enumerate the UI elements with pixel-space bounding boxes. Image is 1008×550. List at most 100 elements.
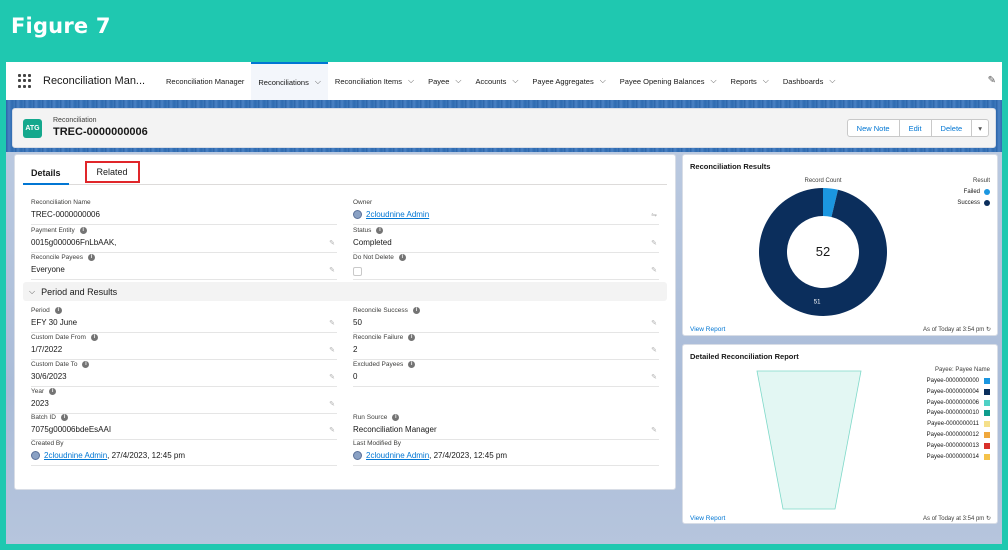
reconciliation-results-card: Reconciliation Results Record Count 52 5… bbox=[682, 154, 998, 336]
tab-related[interactable]: Related bbox=[84, 161, 140, 183]
edit-pencil-icon[interactable]: ✎ bbox=[329, 426, 335, 434]
field-value: Completed bbox=[353, 238, 392, 247]
tab-details[interactable]: Details bbox=[23, 163, 69, 185]
info-icon[interactable]: i bbox=[79, 227, 87, 234]
info-icon[interactable]: i bbox=[408, 361, 416, 368]
info-icon[interactable]: i bbox=[49, 388, 57, 395]
edit-pencil-icon[interactable]: ✎ bbox=[651, 373, 657, 381]
info-icon[interactable]: i bbox=[376, 227, 384, 234]
nav-tab-label: Reconciliation Manager bbox=[166, 76, 245, 86]
field-value: 0 bbox=[353, 372, 358, 381]
nav-tab-reports[interactable]: Reports ⌵ bbox=[724, 62, 776, 100]
edit-pencil-icon[interactable]: ✎ bbox=[329, 266, 335, 274]
nav-tab-reconciliation-manager[interactable]: Reconciliation Manager bbox=[159, 62, 251, 100]
nav-tab-label: Payee Aggregates bbox=[532, 76, 594, 86]
edit-pencil-icon[interactable]: ✎ bbox=[651, 266, 657, 274]
field-value: 1/7/2022 bbox=[31, 345, 63, 354]
chevron-down-icon[interactable]: ⌵ bbox=[710, 76, 716, 86]
nav-tab-reconciliation-items[interactable]: Reconciliation Items ⌵ bbox=[328, 62, 421, 100]
created-date: , 27/4/2023, 12:45 pm bbox=[107, 451, 185, 460]
chevron-down-icon[interactable]: ⌵ bbox=[455, 76, 461, 86]
info-icon[interactable]: i bbox=[392, 414, 400, 421]
reconciliation-object-icon: ATG bbox=[23, 119, 42, 138]
avatar bbox=[353, 451, 362, 460]
field-label: Owner bbox=[353, 199, 373, 206]
info-icon[interactable]: i bbox=[54, 307, 62, 314]
edit-pencil-icon[interactable]: ✎ bbox=[329, 319, 335, 327]
legend-item-payee[interactable]: Payee-0000000013 bbox=[927, 442, 990, 449]
legend-swatch bbox=[984, 189, 990, 195]
chevron-down-icon[interactable]: ⌵ bbox=[763, 76, 769, 86]
edit-pencil-icon[interactable]: ✎ bbox=[329, 400, 335, 408]
edit-pencil-icon[interactable]: ✎ bbox=[329, 373, 335, 381]
nav-tab-accounts[interactable]: Accounts ⌵ bbox=[468, 62, 525, 100]
legend-label: Success bbox=[957, 200, 980, 206]
app-launcher-icon[interactable] bbox=[18, 74, 32, 88]
nav-tab-payee[interactable]: Payee ⌵ bbox=[421, 62, 468, 100]
nav-tab-label: Payee Opening Balances bbox=[619, 76, 705, 86]
do-not-delete-checkbox[interactable] bbox=[353, 267, 362, 276]
edit-pencil-icon[interactable]: ✎ bbox=[651, 239, 657, 247]
info-icon[interactable]: i bbox=[90, 334, 98, 341]
edit-pencil-icon[interactable]: ✎ bbox=[329, 239, 335, 247]
change-owner-icon[interactable]: ⇋ bbox=[651, 211, 657, 219]
field-do-not-delete: Do Not Delete i ✎ bbox=[353, 254, 659, 280]
legend-item-payee[interactable]: Payee-0000000014 bbox=[927, 453, 990, 460]
nav-tab-reconciliations[interactable]: Reconciliations ⌵ bbox=[251, 62, 328, 100]
legend-item-payee[interactable]: Payee-0000000010 bbox=[927, 410, 990, 417]
view-report-link[interactable]: View Report bbox=[690, 326, 725, 333]
legend-item-payee[interactable]: Payee-0000000000 bbox=[927, 378, 990, 384]
nav-tab-dashboards[interactable]: Dashboards ⌵ bbox=[776, 62, 843, 100]
info-icon[interactable]: i bbox=[408, 334, 416, 341]
legend-title: Payee: Payee Name bbox=[934, 367, 990, 373]
nav-tab-label: Reconciliations bbox=[258, 77, 309, 87]
field-value: 7075g00006bdeEsAAI bbox=[31, 425, 112, 434]
refresh-icon[interactable]: ↻ bbox=[986, 516, 991, 522]
chevron-down-icon[interactable]: ⌵ bbox=[315, 77, 321, 87]
legend-swatch bbox=[984, 432, 990, 438]
field-excluded-payees: Excluded Payees i 0 ✎ bbox=[353, 361, 659, 387]
edit-pencil-icon[interactable]: ✎ bbox=[651, 346, 657, 354]
legend-label: Payee-0000000000 bbox=[926, 378, 979, 384]
legend-item-payee[interactable]: Payee-0000000011 bbox=[927, 421, 990, 428]
edit-button[interactable]: Edit bbox=[900, 120, 932, 136]
chevron-down-icon[interactable]: ⌵ bbox=[829, 76, 835, 86]
edit-nav-icon[interactable]: ✎ bbox=[988, 75, 996, 86]
created-by-link[interactable]: 2cloudnine Admin bbox=[44, 451, 107, 460]
chevron-down-icon[interactable]: ⌵ bbox=[600, 76, 606, 86]
legend-item-payee[interactable]: Payee-0000000012 bbox=[927, 432, 990, 438]
section-title: Period and Results bbox=[41, 286, 118, 297]
nav-tab-payee-aggregates[interactable]: Payee Aggregates ⌵ bbox=[525, 62, 612, 100]
more-actions-chevron-icon[interactable]: ▾ bbox=[972, 120, 988, 136]
chevron-down-icon[interactable]: ⌵ bbox=[512, 76, 518, 86]
legend-item-success[interactable]: Success bbox=[957, 200, 990, 206]
legend-item-payee[interactable]: Payee-0000000006 bbox=[927, 399, 990, 406]
info-icon[interactable]: i bbox=[412, 307, 420, 314]
edit-pencil-icon[interactable]: ✎ bbox=[329, 346, 335, 354]
legend-item-failed[interactable]: Failed bbox=[964, 189, 990, 195]
info-icon[interactable]: i bbox=[88, 254, 96, 261]
legend-swatch bbox=[984, 442, 990, 449]
nav-tab-payee-opening-balances[interactable]: Payee Opening Balances ⌵ bbox=[613, 62, 724, 100]
legend-title: Result bbox=[972, 178, 990, 184]
modified-by-link[interactable]: 2cloudnine Admin bbox=[366, 451, 429, 460]
info-icon[interactable]: i bbox=[82, 361, 90, 368]
info-icon[interactable]: i bbox=[398, 254, 406, 261]
edit-pencil-icon[interactable]: ✎ bbox=[651, 319, 657, 327]
view-report-link[interactable]: View Report bbox=[690, 515, 725, 522]
legend-item-payee[interactable]: Payee-0000000004 bbox=[927, 388, 990, 395]
modified-date: , 27/4/2023, 12:45 pm bbox=[429, 451, 507, 460]
info-icon[interactable]: i bbox=[60, 414, 68, 421]
refresh-icon[interactable]: ↻ bbox=[986, 327, 991, 333]
edit-pencil-icon[interactable]: ✎ bbox=[651, 426, 657, 434]
field-label: Payment Entity bbox=[31, 227, 75, 234]
delete-button[interactable]: Delete bbox=[932, 120, 973, 136]
chevron-down-icon[interactable]: ⌵ bbox=[408, 76, 414, 86]
nav-tab-label: Dashboards bbox=[782, 76, 824, 86]
legend-label: Payee-0000000011 bbox=[927, 421, 979, 428]
app-name: Reconciliation Man... bbox=[43, 75, 146, 87]
new-note-button[interactable]: New Note bbox=[848, 120, 900, 136]
section-period-and-results[interactable]: ⌵ Period and Results bbox=[23, 282, 667, 301]
owner-link[interactable]: 2cloudnine Admin bbox=[366, 210, 429, 219]
field-label: Custom Date To bbox=[31, 361, 78, 368]
